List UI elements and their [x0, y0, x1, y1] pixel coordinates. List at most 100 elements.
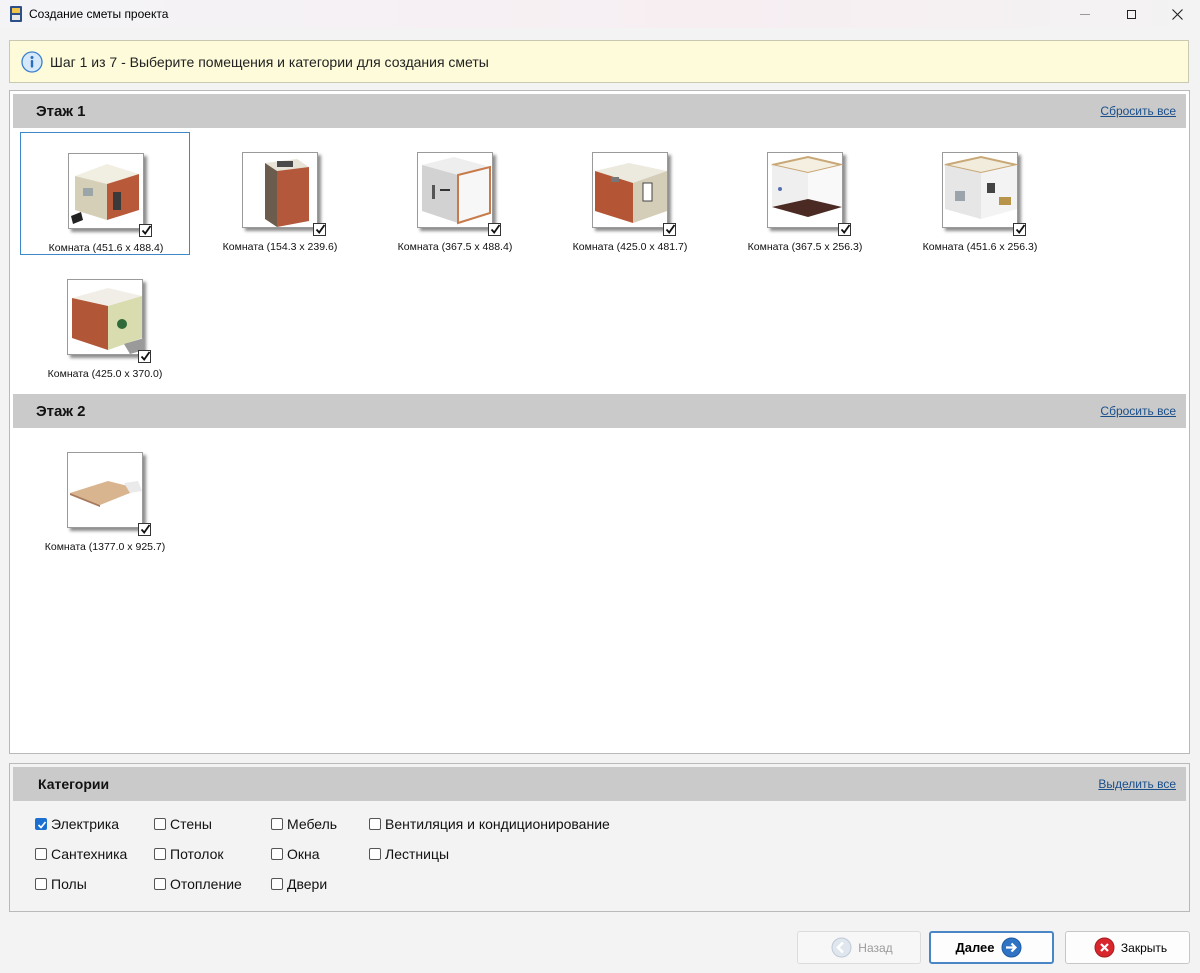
category-ventilation[interactable]: Вентиляция и кондиционирование — [369, 816, 610, 832]
room-card[interactable]: Комната (451.6 x 256.3) — [895, 132, 1065, 255]
category-ceiling[interactable]: Потолок — [154, 846, 224, 862]
room-checkbox[interactable] — [139, 224, 152, 237]
room-checkbox[interactable] — [488, 223, 501, 236]
check-icon — [141, 225, 152, 235]
room-thumbnail — [242, 152, 318, 228]
category-label: Окна — [287, 846, 320, 862]
category-checkbox[interactable] — [35, 818, 47, 830]
category-checkbox[interactable] — [154, 818, 166, 830]
minimize-icon — [1080, 13, 1090, 15]
category-heating[interactable]: Отопление — [154, 876, 242, 892]
room-thumbnail — [67, 452, 143, 528]
room-thumbnail — [942, 152, 1018, 228]
room-label: Комната (451.6 x 488.4) — [48, 242, 164, 254]
step-text: Шаг 1 из 7 - Выберите помещения и катего… — [50, 53, 489, 70]
room-card[interactable]: Комната (425.0 x 370.0) — [20, 259, 190, 382]
room-label: Комната (1377.0 x 925.7) — [44, 541, 166, 553]
room-card[interactable]: Комната (1377.0 x 925.7) — [20, 432, 190, 555]
check-icon — [490, 224, 501, 234]
floor-2-header: Этаж 2 Сбросить все — [13, 394, 1186, 428]
category-checkbox[interactable] — [154, 878, 166, 890]
floor-1-header: Этаж 1 Сбросить все — [13, 94, 1186, 128]
category-stairs[interactable]: Лестницы — [369, 846, 449, 862]
category-windows[interactable]: Окна — [271, 846, 320, 862]
category-plumbing[interactable]: Сантехника — [35, 846, 127, 862]
check-icon — [840, 224, 851, 234]
room-checkbox[interactable] — [838, 223, 851, 236]
room-label: Комната (451.6 x 256.3) — [922, 241, 1038, 253]
maximize-icon — [1126, 9, 1136, 19]
back-label: Назад — [858, 940, 893, 955]
room-thumbnail — [417, 152, 493, 228]
room-label: Комната (367.5 x 256.3) — [747, 241, 863, 253]
check-icon — [1015, 224, 1026, 234]
close-icon — [1171, 8, 1183, 20]
category-label: Отопление — [170, 876, 242, 892]
room-checkbox[interactable] — [138, 350, 151, 363]
step-banner: Шаг 1 из 7 - Выберите помещения и катего… — [9, 40, 1189, 83]
categories-panel: Категории Выделить все Электрика Сантехн… — [9, 763, 1190, 912]
close-circle-icon — [1094, 937, 1115, 958]
room-checkbox[interactable] — [313, 223, 326, 236]
categories-title: Категории — [38, 776, 110, 792]
arrow-right-icon — [1001, 937, 1022, 958]
category-checkbox[interactable] — [369, 818, 381, 830]
room-checkbox[interactable] — [663, 223, 676, 236]
category-checkbox[interactable] — [271, 848, 283, 860]
category-electrics[interactable]: Электрика — [35, 816, 119, 832]
check-icon — [140, 351, 151, 361]
category-furniture[interactable]: Мебель — [271, 816, 337, 832]
category-doors[interactable]: Двери — [271, 876, 327, 892]
category-checkbox[interactable] — [369, 848, 381, 860]
back-button[interactable]: Назад — [797, 931, 921, 964]
next-label: Далее — [955, 940, 995, 955]
check-icon — [665, 224, 676, 234]
select-all-link[interactable]: Выделить все — [1098, 777, 1176, 791]
room-thumbnail — [67, 279, 144, 355]
room-card[interactable]: Комната (154.3 x 239.6) — [195, 132, 365, 255]
category-checkbox[interactable] — [35, 878, 47, 890]
categories-header: Категории Выделить все — [13, 767, 1186, 801]
room-card[interactable]: Комната (425.0 x 481.7) — [545, 132, 715, 255]
rooms-panel: Этаж 1 Сбросить все Комната (451.6 x 488… — [9, 90, 1190, 754]
floor-1-reset-link[interactable]: Сбросить все — [1100, 104, 1176, 118]
next-button[interactable]: Далее — [929, 931, 1054, 964]
category-label: Двери — [287, 876, 328, 892]
room-checkbox[interactable] — [1013, 223, 1026, 236]
window-title: Создание сметы проекта — [29, 7, 169, 21]
category-label: Сантехника — [51, 846, 128, 862]
close-button[interactable]: Закрыть — [1065, 931, 1190, 964]
category-checkbox[interactable] — [35, 848, 47, 860]
floor-2-reset-link[interactable]: Сбросить все — [1100, 404, 1176, 418]
room-label: Комната (425.0 x 481.7) — [572, 241, 688, 253]
category-checkbox[interactable] — [271, 878, 283, 890]
room-card[interactable]: Комната (451.6 x 488.4) — [20, 132, 190, 255]
room-card[interactable]: Комната (367.5 x 488.4) — [370, 132, 540, 255]
check-icon — [37, 821, 47, 829]
minimize-button[interactable] — [1062, 0, 1108, 28]
category-label: Вентиляция и кондиционирование — [385, 816, 610, 832]
room-label: Комната (154.3 x 239.6) — [222, 241, 338, 253]
room-card[interactable]: Комната (367.5 x 256.3) — [720, 132, 890, 255]
close-window-button[interactable] — [1154, 0, 1200, 28]
category-walls[interactable]: Стены — [154, 816, 212, 832]
info-icon — [21, 50, 43, 73]
room-checkbox[interactable] — [138, 523, 151, 536]
app-icon — [9, 6, 23, 22]
room-label: Комната (367.5 x 488.4) — [397, 241, 513, 253]
category-label: Потолок — [170, 846, 224, 862]
floor-1-title: Этаж 1 — [36, 102, 86, 120]
category-label: Стены — [170, 816, 212, 832]
room-thumbnail — [68, 153, 144, 229]
category-floors[interactable]: Полы — [35, 876, 87, 892]
close-label: Закрыть — [1120, 940, 1168, 955]
title-bar: Создание сметы проекта — [0, 0, 1200, 28]
maximize-button[interactable] — [1108, 0, 1154, 28]
category-checkbox[interactable] — [271, 818, 283, 830]
arrow-left-icon — [831, 937, 852, 958]
check-icon — [140, 524, 151, 534]
category-checkbox[interactable] — [154, 848, 166, 860]
check-icon — [315, 224, 326, 234]
floor-2-title: Этаж 2 — [36, 402, 86, 420]
category-label: Мебель — [287, 816, 338, 832]
